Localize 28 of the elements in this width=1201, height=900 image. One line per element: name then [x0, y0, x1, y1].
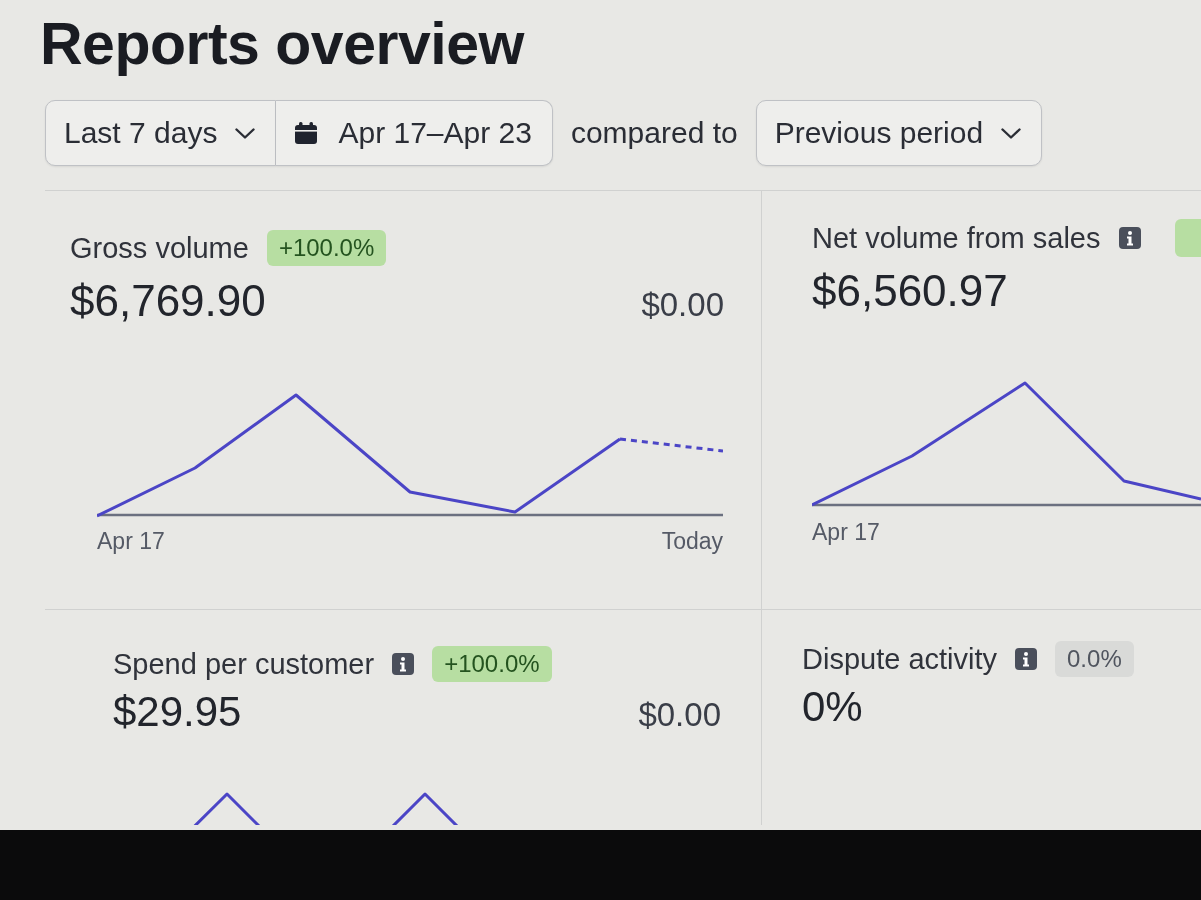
change-badge: +100.0%: [266, 229, 387, 267]
metric-value: $6,560.97: [812, 265, 1008, 317]
comparison-dropdown[interactable]: Previous period: [755, 100, 1043, 166]
info-icon[interactable]: [1118, 227, 1141, 249]
metric-title: Spend per customer: [113, 646, 375, 682]
metric-value: $29.95: [113, 687, 242, 737]
previous-value: $0.00: [638, 695, 721, 735]
change-badge: +100.0%: [432, 645, 552, 683]
axis-label: Apr 17: [97, 527, 165, 556]
calendar-icon: [294, 121, 319, 145]
period-dropdown[interactable]: Last 7 days: [45, 100, 277, 166]
page-title: Reports overview: [40, 10, 524, 78]
metric-value: $6,769.90: [70, 275, 266, 327]
change-badge: 0.0%: [1055, 640, 1134, 678]
previous-value: $0.00: [641, 285, 724, 325]
compared-to-label: compared to: [570, 116, 738, 150]
info-icon[interactable]: [392, 653, 415, 675]
change-badge: [1174, 219, 1201, 257]
info-icon[interactable]: [1015, 648, 1037, 670]
metric-value: 0%: [802, 682, 863, 732]
axis-label: Apr 17: [812, 518, 880, 547]
chevron-down-icon: [1001, 127, 1022, 139]
metric-title: Gross volume: [70, 230, 249, 266]
date-range-button[interactable]: Apr 17–Apr 23: [276, 100, 553, 166]
metric-title: Net volume from sales: [812, 220, 1101, 256]
axis-label: Today: [661, 527, 723, 556]
metric-title: Dispute activity: [802, 641, 997, 677]
chevron-down-icon: [235, 127, 256, 139]
